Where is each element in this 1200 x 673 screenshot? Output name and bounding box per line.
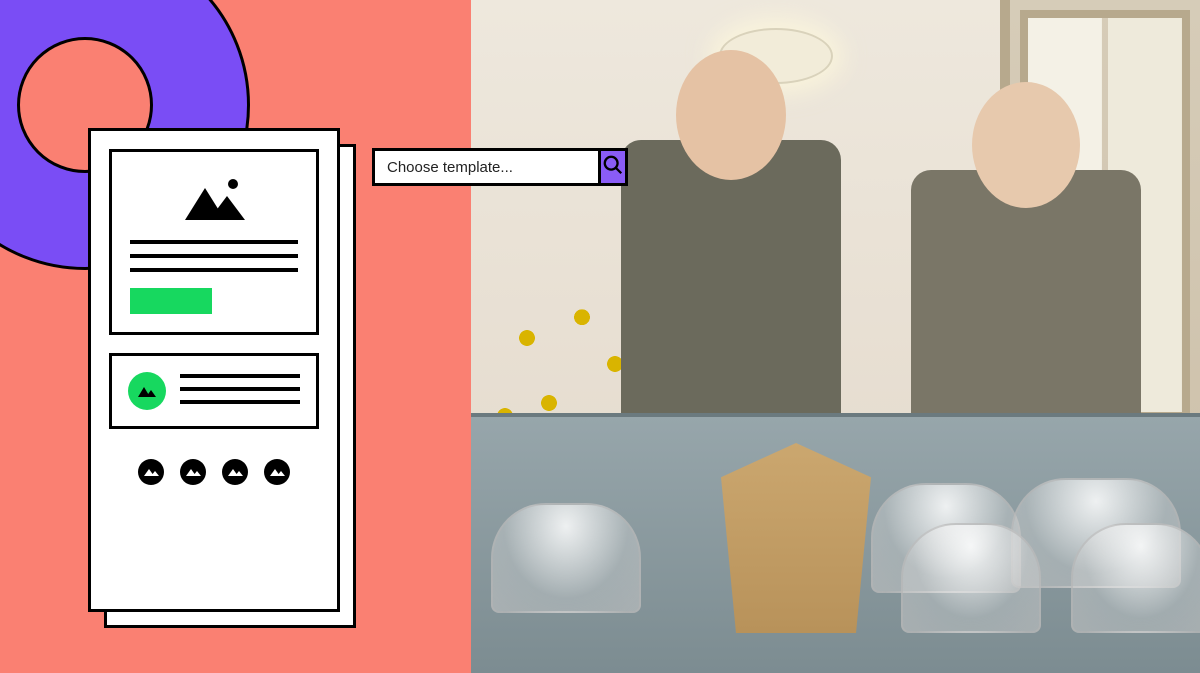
carousel-dot [180,459,206,485]
placeholder-text-lines [130,240,298,272]
cta-button-placeholder [130,288,212,314]
bakery-scene [471,0,1200,673]
search-button[interactable] [598,151,625,183]
carousel-dot [222,459,248,485]
search-icon [602,154,624,181]
avatar-mountains-icon [128,372,166,410]
mountains-icon [130,168,298,230]
carousel-dot [138,459,164,485]
photo-panel [471,0,1200,673]
carousel-dot [264,459,290,485]
scene-paper-bag [721,443,871,633]
template-page-front [88,128,340,612]
template-list-item [109,353,319,429]
scene-cake-dome [1071,523,1200,633]
scene-cake-dome [901,523,1041,633]
illustration-panel [0,0,471,673]
placeholder-text-lines [180,372,300,404]
promo-stage [0,0,1200,673]
template-search [372,148,628,186]
template-hero-block [109,149,319,335]
carousel-dots [109,459,319,485]
template-search-input[interactable] [375,151,598,183]
scene-cake-dome [491,503,641,613]
